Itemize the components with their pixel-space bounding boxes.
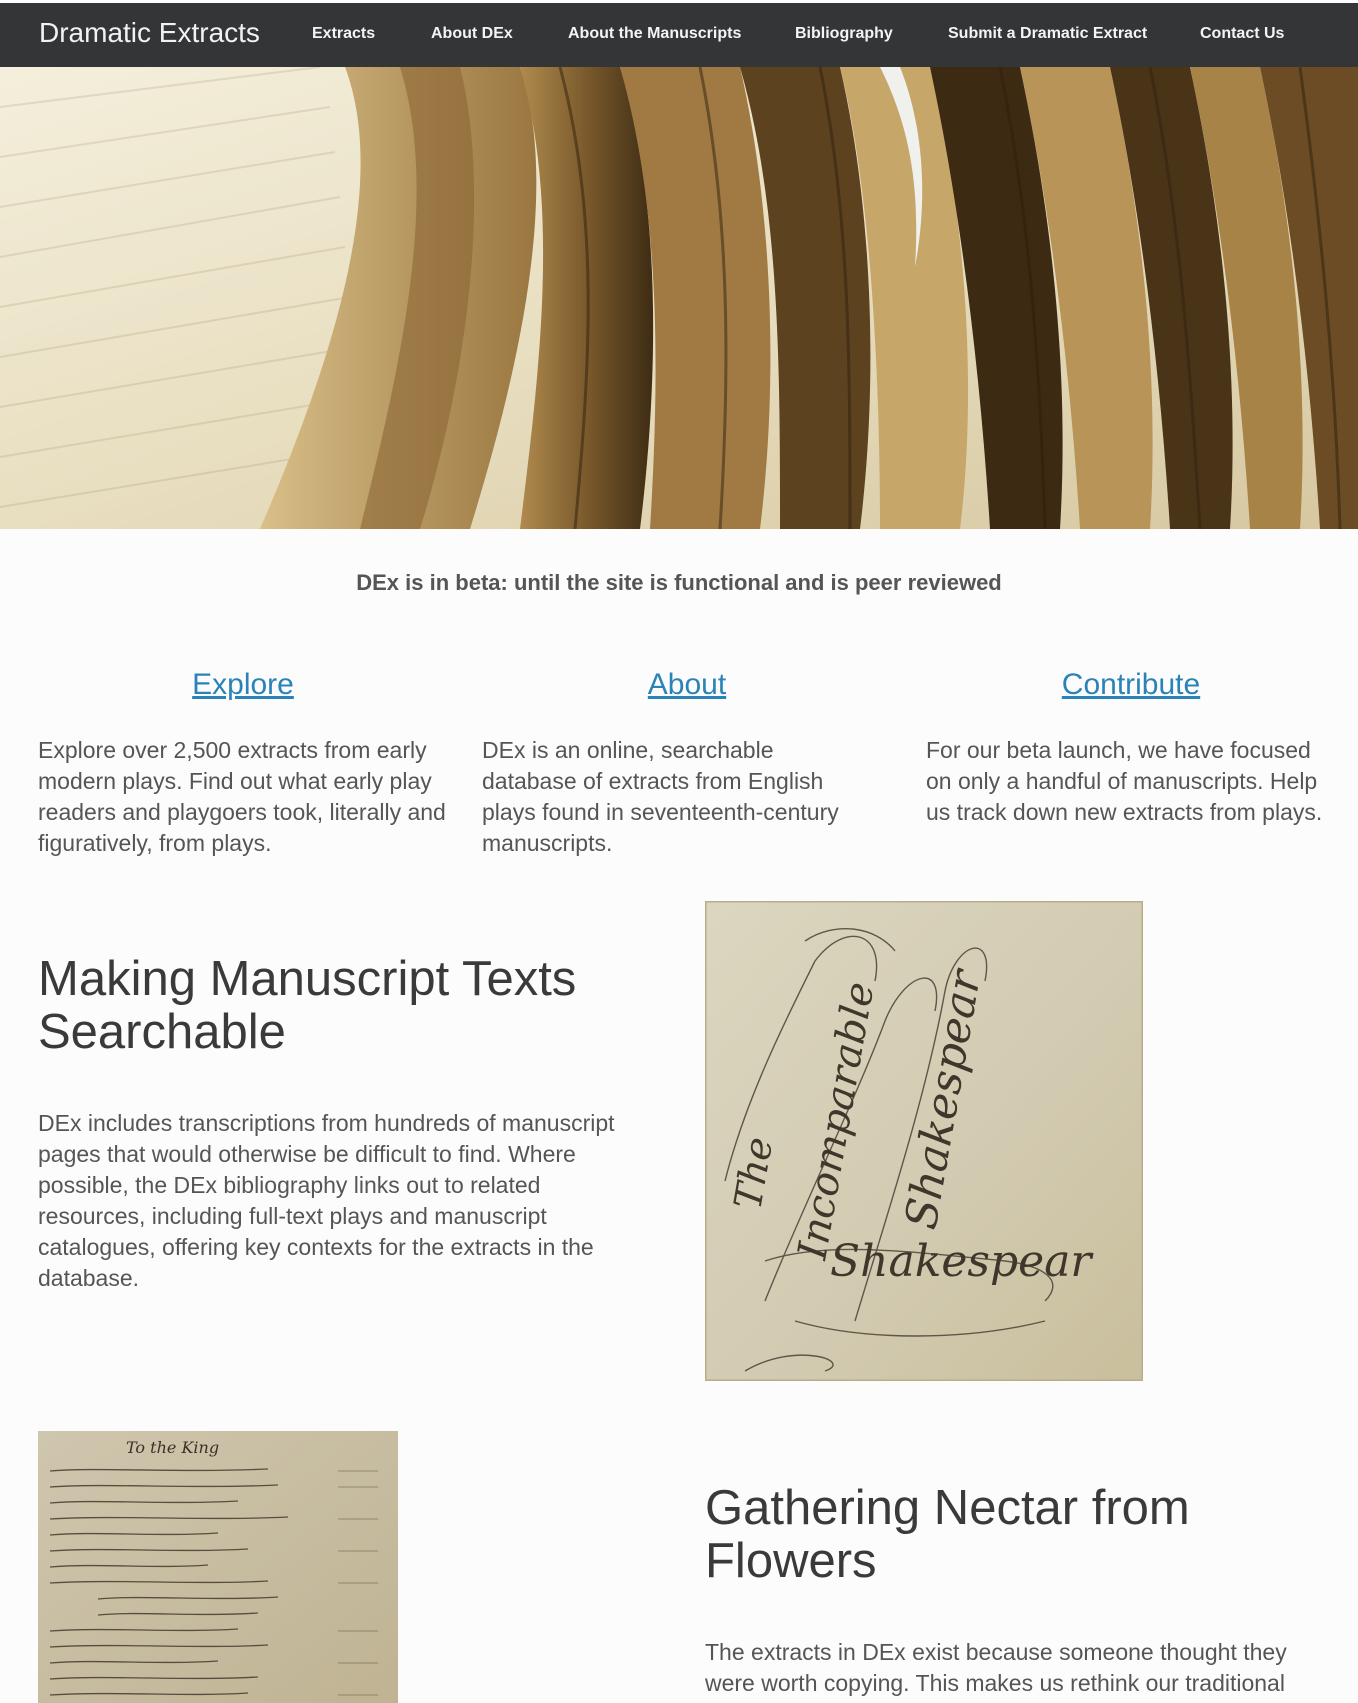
contribute-text: For our beta launch, we have focused on …: [926, 737, 1323, 825]
top-navbar: Dramatic Extracts Extracts About DEx Abo…: [0, 3, 1358, 67]
about-text: DEx is an online, searchable database of…: [482, 737, 839, 856]
nav-item-bibliography[interactable]: Bibliography: [795, 25, 893, 43]
section-heading-searchable: Making Manuscript Texts Searchable: [38, 952, 577, 1059]
section-text-nectar: The extracts in DEx exist because someon…: [705, 1639, 1287, 1696]
explore-link[interactable]: Explore: [38, 668, 448, 702]
calligraphy-manuscript-image: The Incomparable Shakespear Shakespear: [705, 901, 1143, 1381]
beta-notice: DEx is in beta: until the site is functi…: [356, 570, 1002, 595]
section-heading-nectar: Gathering Nectar from Flowers: [705, 1481, 1190, 1588]
nav-item-about-manuscripts[interactable]: About the Manuscripts: [568, 25, 741, 43]
about-link[interactable]: About: [482, 668, 892, 702]
calligraphy-word-shakespear-horizontal: Shakespear: [830, 1236, 1094, 1287]
brand-logo-link[interactable]: Dramatic Extracts: [39, 17, 260, 49]
handwritten-list-manuscript-image: To the King: [38, 1431, 398, 1703]
nav-item-extracts[interactable]: Extracts: [312, 25, 375, 43]
contribute-link[interactable]: Contribute: [926, 668, 1336, 702]
explore-text: Explore over 2,500 extracts from early m…: [38, 737, 446, 856]
nav-item-contact-us[interactable]: Contact Us: [1200, 25, 1284, 43]
manuscript-heading-text: To the King: [126, 1438, 219, 1457]
nav-item-about-dex[interactable]: About DEx: [431, 25, 513, 43]
nav-item-submit-extract[interactable]: Submit a Dramatic Extract: [948, 25, 1147, 43]
section-text-searchable: DEx includes transcriptions from hundred…: [38, 1110, 615, 1291]
hero-book-pages-image: [0, 67, 1358, 529]
